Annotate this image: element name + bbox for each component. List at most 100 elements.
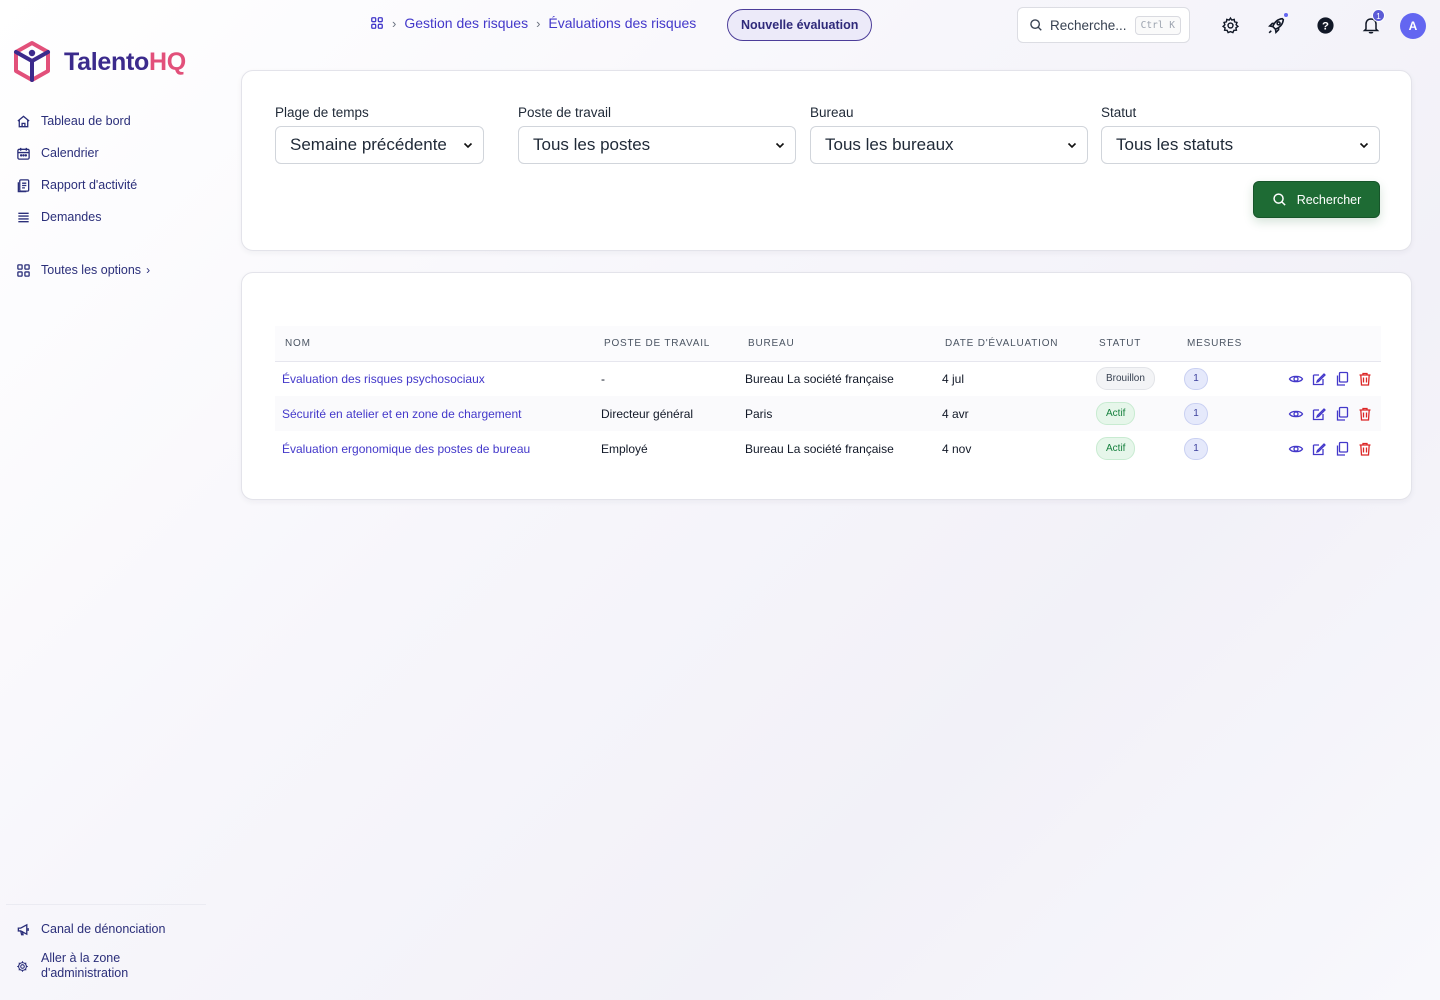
sidebar-nav: Tableau de bord Calendrier Rapport d'act… [16, 110, 216, 291]
time-range-select[interactable]: Semaine précédente [275, 126, 484, 164]
status-badge: Actif [1096, 437, 1136, 460]
column-header-office[interactable]: BUREAU [738, 326, 935, 361]
megaphone-icon [17, 923, 29, 935]
search-placeholder: Recherche... [1050, 17, 1127, 33]
sidebar-item-activity-report[interactable]: Rapport d'activité [16, 174, 216, 196]
rocket-icon [1267, 17, 1284, 34]
select-value: Semaine précédente [290, 135, 447, 154]
edit-icon[interactable] [1311, 441, 1327, 457]
measures-count-badge[interactable]: 1 [1184, 367, 1208, 390]
home-icon [17, 114, 30, 127]
svg-text:?: ? [1322, 20, 1329, 32]
sidebar-item-admin-zone[interactable]: Aller à la zone d'administration [16, 950, 216, 982]
edit-icon[interactable] [1311, 371, 1327, 387]
list-icon [18, 212, 29, 222]
table-row[interactable]: Évaluation ergonomique des postes de bur… [275, 431, 1381, 466]
row-workstation: - [601, 371, 605, 386]
search-icon [1272, 193, 1286, 206]
chevron-right-icon: › [392, 15, 397, 31]
sidebar-item-label: Rapport d'activité [41, 178, 138, 192]
help-button[interactable]: ? [1313, 13, 1337, 37]
row-status-cell: Actif [1089, 431, 1177, 466]
gear-icon [1221, 16, 1239, 33]
column-header-actions [1277, 326, 1381, 361]
global-search[interactable]: Recherche... Ctrl K [1017, 7, 1190, 43]
status-badge: Brouillon [1096, 367, 1155, 391]
eye-icon[interactable] [1288, 371, 1304, 387]
trash-icon[interactable] [1357, 441, 1373, 457]
notifications-button[interactable]: 1 [1359, 9, 1385, 37]
edit-icon[interactable] [1311, 406, 1327, 422]
row-status-cell: Brouillon [1089, 361, 1177, 396]
brand-logo[interactable]: TalentoHQ [12, 40, 186, 84]
measures-count-badge[interactable]: 1 [1184, 402, 1208, 425]
filters-panel: Plage de temps Semaine précédente Poste … [241, 70, 1412, 251]
grid-icon [17, 263, 30, 277]
help-icon: ? [1316, 16, 1334, 34]
select-value: Tous les statuts [1116, 135, 1234, 154]
row-name-link[interactable]: Évaluation des risques psychosociaux [275, 361, 594, 396]
column-header-date[interactable]: DATE D'ÉVALUATION [935, 326, 1089, 361]
row-office: Bureau La société française [745, 441, 894, 456]
grid-icon[interactable] [370, 16, 384, 30]
sidebar-item-label: Canal de dénonciation [41, 922, 166, 936]
eye-icon[interactable] [1288, 441, 1304, 457]
sidebar-item-dashboard[interactable]: Tableau de bord [16, 110, 216, 132]
gear-icon [17, 960, 28, 972]
row-measures-cell: 1 [1177, 431, 1277, 466]
select-value: Tous les postes [533, 135, 651, 154]
sidebar-item-label: Calendrier [41, 146, 99, 160]
column-header-status[interactable]: STATUT [1089, 326, 1177, 361]
filter-label: Bureau [810, 105, 854, 120]
filter-status: Statut Tous les statuts [1101, 105, 1380, 164]
workstation-select[interactable]: Tous les postes [518, 126, 796, 164]
row-name-link[interactable]: Sécurité en atelier et en zone de charge… [275, 396, 594, 431]
sidebar-item-whistleblowing[interactable]: Canal de dénonciation [16, 918, 216, 940]
user-avatar[interactable]: A [1400, 13, 1426, 39]
row-workstation: Employé [601, 441, 648, 456]
search-button-label: Rechercher [1296, 192, 1362, 207]
search-shortcut: Ctrl K [1134, 15, 1181, 35]
filter-label: Poste de travail [518, 105, 612, 120]
status-select[interactable]: Tous les statuts [1101, 126, 1380, 164]
notifications-badge: 1 [1372, 9, 1385, 22]
search-button[interactable]: Rechercher [1253, 181, 1380, 218]
new-assessment-button[interactable]: Nouvelle évaluation [727, 9, 873, 41]
calendar-icon [17, 147, 30, 160]
duplicate-icon[interactable] [1334, 441, 1350, 457]
table-row[interactable]: Évaluation des risques psychosociaux - B… [275, 361, 1381, 396]
trash-icon[interactable] [1357, 406, 1373, 422]
sidebar-item-requests[interactable]: Demandes [16, 206, 216, 228]
breadcrumb-item-risk-management[interactable]: Gestion des risques [404, 15, 528, 31]
duplicate-icon[interactable] [1334, 406, 1350, 422]
table-row[interactable]: Sécurité en atelier et en zone de charge… [275, 396, 1381, 431]
sidebar-item-label: Tableau de bord [41, 114, 131, 128]
column-header-name[interactable]: NOM [275, 326, 594, 361]
rocket-indicator-dot [1284, 13, 1288, 17]
breadcrumb: › Gestion des risques › Évaluations des … [370, 15, 696, 31]
settings-button[interactable] [1218, 13, 1242, 37]
row-actions [1277, 396, 1381, 431]
rocket-button[interactable] [1264, 13, 1288, 37]
sidebar-item-all-options[interactable]: Toutes les options › [16, 259, 216, 281]
trash-icon[interactable] [1357, 371, 1373, 387]
sidebar-item-calendar[interactable]: Calendrier [16, 142, 216, 164]
filter-workstation: Poste de travail Tous les postes [518, 105, 796, 164]
chevron-down-icon [1359, 142, 1369, 149]
report-icon [17, 178, 30, 192]
row-actions [1277, 361, 1381, 396]
row-measures-cell: 1 [1177, 361, 1277, 396]
row-date: 4 jul [942, 371, 965, 386]
eye-icon[interactable] [1288, 406, 1304, 422]
column-header-measures[interactable]: MESURES [1177, 326, 1277, 361]
office-select[interactable]: Tous les bureaux [810, 126, 1088, 164]
column-header-workstation[interactable]: POSTE DE TRAVAIL [594, 326, 738, 361]
row-date: 4 nov [942, 441, 972, 456]
sidebar-item-label: Toutes les options [41, 263, 142, 277]
filter-office: Bureau Tous les bureaux [810, 105, 1088, 164]
measures-count-badge[interactable]: 1 [1184, 437, 1208, 460]
chevron-right-icon: › [536, 15, 541, 31]
breadcrumb-item-risk-assessments[interactable]: Évaluations des risques [548, 15, 696, 31]
row-name-link[interactable]: Évaluation ergonomique des postes de bur… [275, 431, 594, 466]
duplicate-icon[interactable] [1334, 371, 1350, 387]
